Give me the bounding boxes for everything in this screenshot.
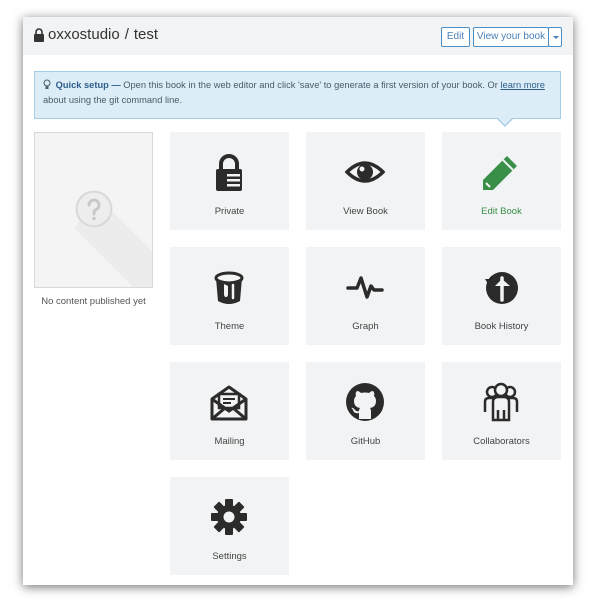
tile-github[interactable]: GitHub — [306, 362, 425, 460]
edit-button[interactable]: Edit — [441, 27, 470, 47]
alert-heading: Quick setup — — [55, 80, 121, 90]
tile-edit-book[interactable]: Edit Book — [442, 132, 561, 230]
paint-bucket-icon — [214, 271, 244, 304]
tile-theme[interactable]: Theme — [170, 247, 289, 345]
tile-mailing[interactable]: Mailing — [170, 362, 289, 460]
alert-pointer-fill — [497, 117, 513, 125]
tile-label: GitHub — [350, 436, 381, 447]
tile-label: Graph — [352, 321, 379, 332]
question-icon — [76, 191, 112, 227]
pulse-icon — [346, 276, 384, 299]
tile-private[interactable]: Private — [170, 132, 289, 230]
eye-icon — [345, 161, 385, 183]
tile-label: Mailing — [214, 436, 245, 447]
github-icon — [346, 383, 384, 421]
lightbulb-icon — [43, 79, 51, 89]
alert-text-after: about using the git command line. — [43, 95, 183, 105]
book-dashboard: oxxostudio / test Edit View your book Qu… — [23, 17, 573, 585]
tile-label: View Book — [343, 206, 388, 217]
alert-text: Open this book in the web editor and cli… — [123, 80, 498, 90]
tile-label: Collaborators — [473, 436, 530, 447]
page-title: oxxostudio / test — [33, 26, 158, 43]
title-separator: / — [124, 26, 129, 43]
book-cover-placeholder — [34, 132, 153, 288]
repo-link[interactable]: test — [134, 26, 158, 43]
pencil-icon — [483, 156, 517, 190]
caret-down-icon — [553, 36, 559, 39]
view-book-button[interactable]: View your book — [473, 27, 549, 47]
envelope-icon — [210, 385, 248, 421]
tile-label: Private — [214, 206, 245, 217]
header-bar: oxxostudio / test Edit View your book — [23, 17, 573, 55]
learn-more-link[interactable]: learn more — [500, 80, 544, 90]
tile-label: Book History — [474, 321, 529, 332]
tile-label: Settings — [212, 551, 247, 562]
gear-icon — [211, 499, 247, 535]
tile-view-book[interactable]: View Book — [306, 132, 425, 230]
cover-caption: No content published yet — [41, 296, 146, 307]
tile-label: Theme — [214, 321, 245, 332]
tile-label: Edit Book — [481, 206, 522, 217]
users-icon — [483, 382, 519, 422]
view-dropdown-button[interactable] — [548, 27, 562, 47]
quick-setup-alert: Quick setup — Open this book in the web … — [34, 71, 561, 119]
tile-book-history[interactable]: Book History — [442, 247, 561, 345]
lock-icon — [34, 27, 44, 42]
lock-icon — [216, 154, 242, 191]
tile-graph[interactable]: Graph — [306, 247, 425, 345]
tile-settings[interactable]: Settings — [170, 477, 289, 575]
tile-collaborators[interactable]: Collaborators — [442, 362, 561, 460]
owner-link[interactable]: oxxostudio — [48, 26, 120, 43]
history-icon — [485, 272, 518, 304]
